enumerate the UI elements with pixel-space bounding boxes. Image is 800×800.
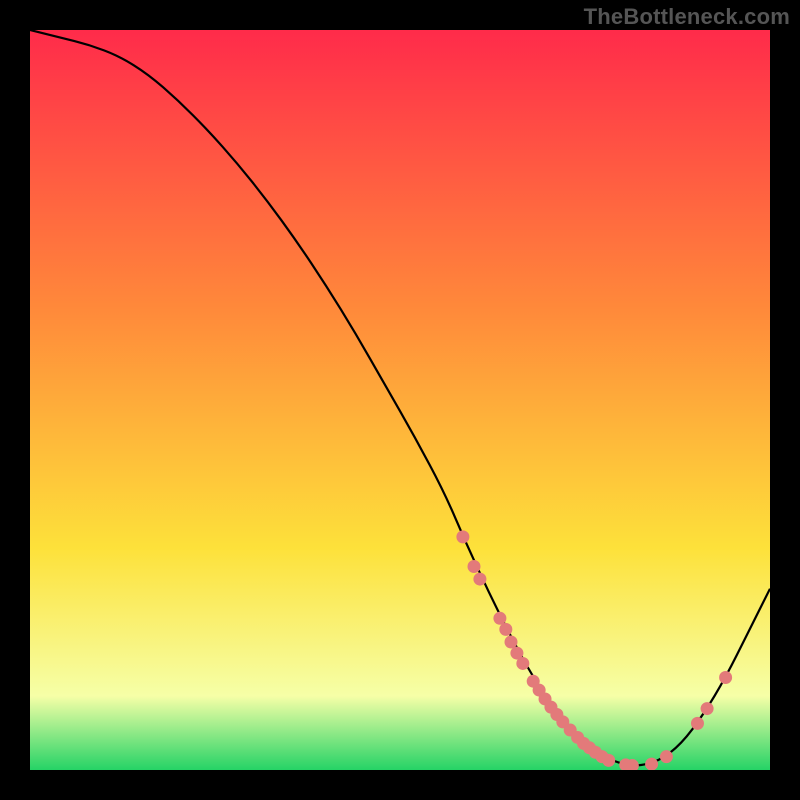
scatter-dot — [691, 717, 704, 730]
scatter-dot — [660, 750, 673, 763]
scatter-dot — [701, 702, 714, 715]
scatter-dot — [719, 671, 732, 684]
scatter-dot — [493, 612, 506, 625]
watermark-text: TheBottleneck.com — [584, 4, 790, 30]
scatter-dot — [468, 560, 481, 573]
scatter-dot — [516, 657, 529, 670]
scatter-dot — [473, 573, 486, 586]
chart-frame: TheBottleneck.com — [0, 0, 800, 800]
gradient-background — [30, 30, 770, 770]
scatter-dot — [645, 758, 658, 770]
scatter-dot — [505, 635, 518, 648]
plot-area — [30, 30, 770, 770]
scatter-dot — [499, 623, 512, 636]
scatter-dot — [456, 530, 469, 543]
scatter-dot — [602, 754, 615, 767]
plot-svg — [30, 30, 770, 770]
